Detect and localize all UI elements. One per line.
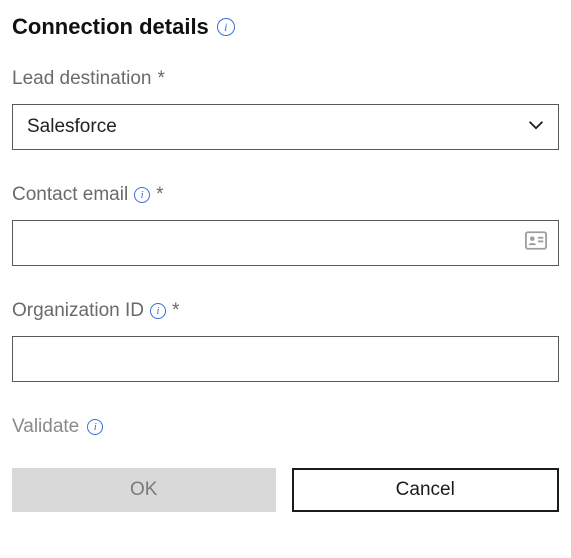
contact-email-field: Contact email i *	[12, 184, 559, 266]
validate-link[interactable]: Validate i	[12, 416, 103, 438]
info-icon[interactable]: i	[134, 187, 150, 203]
lead-destination-value: Salesforce	[27, 105, 117, 149]
button-row: OK Cancel	[12, 468, 559, 512]
organization-id-field: Organization ID i *	[12, 300, 559, 382]
lead-destination-label-text: Lead destination	[12, 68, 151, 90]
required-mark: *	[156, 184, 163, 206]
lead-destination-field: Lead destination * Salesforce	[12, 68, 559, 150]
section-title: Connection details i	[12, 14, 559, 40]
info-icon[interactable]: i	[150, 303, 166, 319]
contact-email-label-text: Contact email	[12, 184, 128, 206]
cancel-button[interactable]: Cancel	[292, 468, 560, 512]
validate-label: Validate	[12, 416, 79, 438]
cancel-label: Cancel	[396, 479, 455, 501]
ok-label: OK	[130, 479, 157, 501]
organization-id-input[interactable]	[12, 336, 559, 382]
lead-destination-select[interactable]: Salesforce	[12, 104, 559, 150]
contact-email-input[interactable]	[12, 220, 559, 266]
organization-id-label-text: Organization ID	[12, 300, 144, 322]
organization-id-label: Organization ID i *	[12, 300, 559, 322]
info-icon[interactable]: i	[217, 18, 235, 36]
required-mark: *	[157, 68, 164, 90]
info-icon[interactable]: i	[87, 419, 103, 435]
lead-destination-label: Lead destination *	[12, 68, 559, 90]
contact-email-label: Contact email i *	[12, 184, 559, 206]
ok-button[interactable]: OK	[12, 468, 276, 512]
contact-card-icon	[525, 231, 547, 256]
required-mark: *	[172, 300, 179, 322]
connection-details-heading: Connection details	[12, 14, 209, 40]
